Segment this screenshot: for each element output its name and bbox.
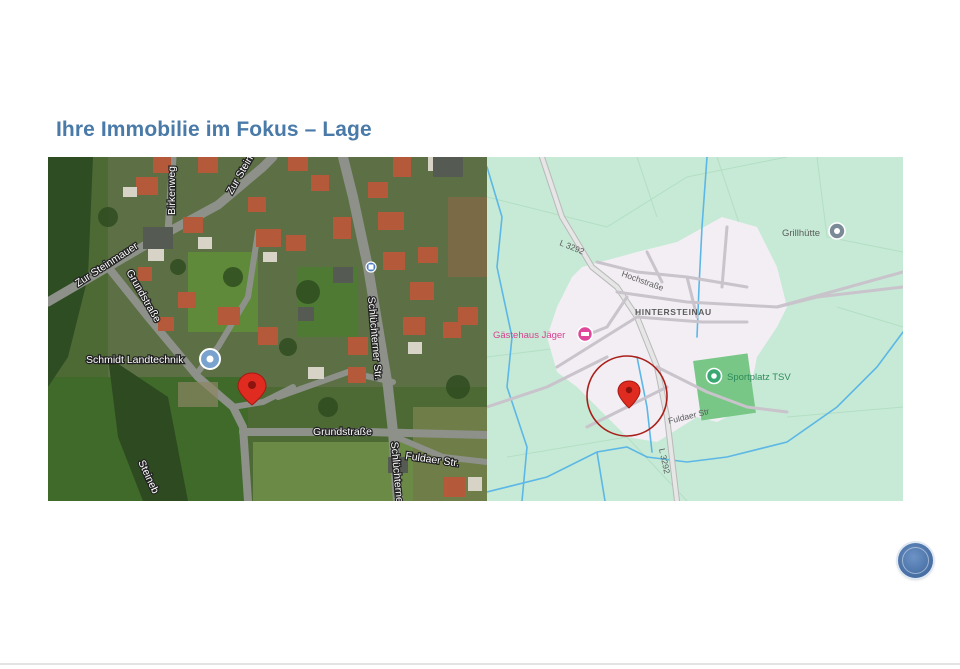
road-label-l3292-bottom: L 3292 bbox=[657, 447, 672, 474]
page-title: Ihre Immobilie im Fokus – Lage bbox=[56, 118, 372, 141]
sports-pin-icon[interactable] bbox=[705, 367, 723, 385]
stream-label-steinebach: Steineb bbox=[135, 458, 161, 495]
slide-nav-button[interactable] bbox=[898, 543, 933, 578]
street-label-schluechterner-str: Schlüchterner Str. bbox=[365, 296, 384, 380]
street-label-grundstrasse-diagonal: Grundstraße bbox=[123, 268, 163, 325]
slide: Ihre Immobilie im Fokus – Lage Birkenweg… bbox=[0, 0, 960, 669]
bus-stop-icon[interactable] bbox=[365, 261, 377, 273]
place-label-hintersteinau: HINTERSTEINAU bbox=[635, 307, 712, 317]
satellite-map-labels: Birkenweg Zur Stein Zur Steinmauer Grund… bbox=[72, 157, 461, 501]
place-pin-icon[interactable] bbox=[828, 222, 846, 240]
hotel-icon[interactable] bbox=[576, 325, 594, 343]
road-map-labels: L 3292 Hochstraße HINTERSTEINAU Grillhüt… bbox=[493, 222, 846, 475]
red-location-pin-icon[interactable] bbox=[237, 372, 267, 406]
street-label-fuldaer-str: Fuldaer Str. bbox=[405, 450, 460, 469]
place-pin-icon[interactable] bbox=[199, 348, 221, 370]
red-location-pin-icon[interactable] bbox=[617, 380, 641, 409]
street-label-grundstrasse: Grundstraße bbox=[313, 426, 372, 438]
road-label-l3292-top: L 3292 bbox=[558, 238, 586, 257]
street-label-zur-stein: Zur Stein bbox=[224, 157, 256, 197]
satellite-map[interactable]: Birkenweg Zur Stein Zur Steinmauer Grund… bbox=[48, 157, 487, 501]
street-label-hochstrasse: Hochstraße bbox=[620, 268, 665, 293]
poi-label-gaestehaus-jaeger[interactable]: Gästehaus Jäger bbox=[493, 330, 565, 341]
street-label-birkenweg: Birkenweg bbox=[166, 166, 178, 215]
poi-label-sportplatz-tsv[interactable]: Sportplatz TSV bbox=[727, 372, 791, 383]
street-label-fuldaer-str: Fuldaer Str bbox=[667, 406, 710, 426]
street-label-schluechterne: Schlüchterne bbox=[388, 441, 405, 501]
road-map[interactable]: L 3292 Hochstraße HINTERSTEINAU Grillhüt… bbox=[487, 157, 903, 501]
poi-label-schmidt-landtechnik[interactable]: Schmidt Landtechnik bbox=[85, 353, 186, 367]
poi-label-grillhuette[interactable]: Grillhütte bbox=[782, 228, 820, 239]
bottom-divider bbox=[0, 663, 960, 665]
